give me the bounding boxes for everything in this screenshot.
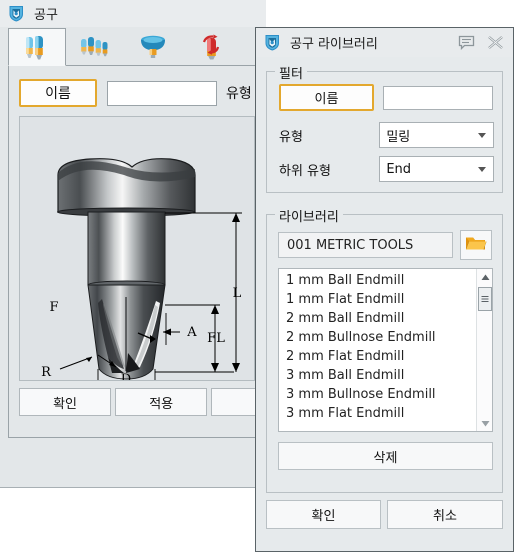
tab-tool-group[interactable] (66, 28, 124, 65)
holder-icon (136, 33, 170, 61)
chevron-down-icon (478, 133, 486, 138)
diagram-label-A: A (186, 325, 197, 340)
diagram-label-F: F (49, 300, 58, 315)
list-item[interactable]: 2 mm Flat Endmill (279, 347, 475, 366)
screen-root: 공구 이름 유형 R F D A FL L 확인 적용 공구 라이브러리 필터 … (0, 0, 514, 552)
apply-button[interactable]: 적용 (115, 388, 208, 416)
scroll-down-arrow-icon[interactable] (477, 415, 492, 431)
tool-form-panel: 이름 유형 R F D A FL L 확인 적용 (8, 66, 264, 438)
scroll-up-arrow-icon[interactable] (477, 269, 492, 285)
dialog-title: 공구 라이브러리 (290, 37, 378, 52)
filter-group-title: 필터 (275, 63, 307, 82)
main-window-title: 공구 (34, 8, 58, 23)
dialog-cancel-button[interactable]: 취소 (387, 500, 503, 529)
filter-subtype-combo[interactable]: End (379, 156, 494, 182)
list-item[interactable]: 3 mm Bullnose Endmill (279, 385, 475, 404)
diagram-label-D: D (121, 372, 131, 380)
library-name-field[interactable]: 001 METRIC TOOLS (278, 232, 453, 258)
library-list-items: 1 mm Ball Endmill 1 mm Flat Endmill 2 mm… (279, 271, 475, 423)
list-item[interactable]: 1 mm Ball Endmill (279, 271, 475, 290)
tool-diagram: R F D A FL L (19, 116, 255, 381)
list-item[interactable]: 3 mm Flat Endmill (279, 404, 475, 423)
browse-library-button[interactable] (460, 230, 492, 260)
list-item[interactable]: 2 mm Ball Endmill (279, 309, 475, 328)
main-button-row: 확인 적용 (19, 388, 264, 418)
library-group-title: 라이브러리 (275, 206, 343, 225)
list-item[interactable]: 2 mm Bullnose Endmill (279, 328, 475, 347)
close-icon[interactable] (483, 32, 508, 53)
tool-shield-icon (263, 33, 282, 52)
name-button[interactable]: 이름 (19, 79, 97, 107)
tool-library-dialog: 공구 라이브러리 필터 이름 유형 밀링 하위 유형 End 라이브러리 001… (255, 27, 514, 552)
dialog-ok-button[interactable]: 확인 (266, 500, 381, 529)
multi-tool-icon (78, 33, 112, 61)
library-listbox[interactable]: 1 mm Ball Endmill 1 mm Flat Endmill 2 mm… (278, 268, 493, 432)
ok-button[interactable]: 확인 (19, 388, 112, 416)
filter-group: 필터 이름 유형 밀링 하위 유형 End (266, 63, 503, 193)
dialog-button-row: 확인 취소 (266, 500, 503, 530)
dialog-titlebar: 공구 라이브러리 (256, 28, 513, 57)
library-selector-row: 001 METRIC TOOLS (278, 230, 493, 260)
type-label: 유형 (226, 86, 252, 102)
diagram-label-L: L (233, 286, 242, 301)
filter-type-label: 유형 (279, 129, 303, 145)
main-titlebar: 공구 (0, 0, 266, 27)
name-row: 이름 유형 (19, 78, 255, 108)
dialog-titlebar-buttons (454, 32, 508, 53)
filter-subtype-row: 하위 유형 End (279, 156, 494, 182)
chevron-down-icon (478, 167, 486, 172)
filter-subtype-label: 하위 유형 (279, 163, 331, 179)
help-icon[interactable] (454, 32, 479, 53)
filter-type-row: 유형 밀링 (279, 122, 494, 148)
tab-tool-rotation[interactable] (182, 28, 240, 65)
filter-name-input[interactable] (383, 85, 493, 110)
tool-tabstrip (8, 28, 261, 66)
tool-shield-icon (7, 4, 26, 23)
filter-type-combo[interactable]: 밀링 (379, 122, 494, 148)
library-scrollbar[interactable] (476, 269, 492, 431)
tab-tool-holder[interactable] (124, 28, 182, 65)
scroll-thumb[interactable] (478, 287, 492, 311)
delete-button[interactable]: 삭제 (278, 442, 493, 470)
rotation-tool-icon (194, 33, 228, 61)
diagram-label-FL: FL (207, 331, 225, 346)
single-tool-icon (20, 33, 54, 61)
filter-name-row: 이름 (279, 84, 493, 111)
library-group: 라이브러리 001 METRIC TOOLS 1 mm Ball Endmill… (266, 206, 503, 493)
filter-type-value: 밀링 (386, 129, 411, 145)
folder-open-icon (465, 234, 487, 256)
list-item[interactable]: 3 mm Ball Endmill (279, 366, 475, 385)
filter-subtype-value: End (386, 161, 412, 177)
filter-name-button[interactable]: 이름 (279, 84, 374, 111)
list-item[interactable]: 1 mm Flat Endmill (279, 290, 475, 309)
diagram-label-R: R (41, 365, 52, 380)
name-input[interactable] (107, 80, 217, 106)
tab-tool-single[interactable] (8, 28, 66, 66)
tool-main-window: 공구 이름 유형 R F D A FL L 확인 적용 (0, 0, 266, 488)
